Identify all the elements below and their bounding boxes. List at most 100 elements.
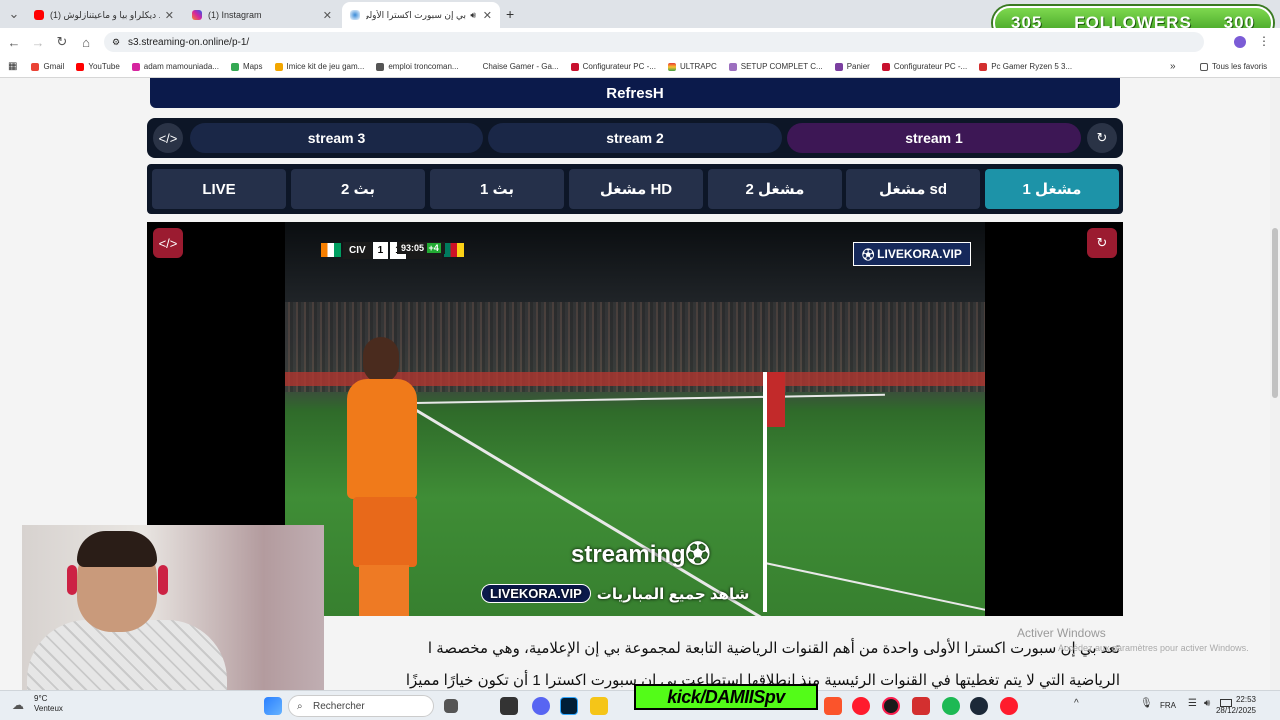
photoshop-icon[interactable] [560, 697, 578, 715]
server-sd-button[interactable]: مشغل sd [846, 169, 980, 209]
reload-player-icon[interactable]: ↻ [1087, 228, 1117, 258]
reload-icon[interactable]: ↻ [50, 30, 74, 54]
tab-search-icon[interactable]: ⌄ [2, 2, 26, 26]
windows-start-icon[interactable] [264, 697, 282, 715]
forward-arrow-icon[interactable]: → [26, 30, 50, 54]
server-hd-button[interactable]: مشغل HD [569, 169, 703, 209]
stream-2-button[interactable]: stream 2 [488, 123, 782, 153]
address-bar[interactable]: ⚙ s3.streaming-on.online/p-1/ [104, 32, 1204, 52]
ball-icon: ⚽︎ [862, 247, 875, 262]
reload-stream-icon[interactable]: ↻ [1087, 123, 1117, 153]
opera-icon[interactable] [852, 697, 870, 715]
stream-1-button[interactable]: stream 1 [787, 123, 1081, 153]
system-clock[interactable]: 22:53 28/12/2025 [1216, 694, 1256, 716]
bookmark-item[interactable]: Imice kit de jeu gam... [274, 62, 364, 71]
bookmark-item[interactable]: Panier [834, 62, 870, 71]
stream-3-button[interactable]: stream 3 [190, 123, 483, 153]
server-live-button[interactable]: LIVE [152, 169, 286, 209]
wifi-icon[interactable]: ☰ [1188, 698, 1197, 709]
embed-code-icon[interactable]: </> [153, 123, 183, 153]
microphone-icon[interactable]: 🎙︎ [1140, 698, 1153, 709]
headset-icon [67, 565, 77, 595]
stream-label: stream 1 [905, 130, 963, 146]
bookmark-item[interactable]: Configurateur PC -... [570, 62, 656, 71]
site-icon [881, 62, 890, 71]
maps-pin-icon [230, 62, 239, 71]
back-arrow-icon[interactable]: ← [2, 30, 26, 54]
video-frame[interactable]: CIV 1 1 CMR 93:05 +4 ⚽︎LIVEKORA.VIP stre… [285, 222, 985, 616]
home-icon[interactable]: ⌂ [74, 30, 98, 54]
added-time: +4 [426, 243, 441, 253]
server-2-button[interactable]: مشغل 2 [708, 169, 842, 209]
bookmark-item[interactable]: adam mamouniada... [131, 62, 219, 71]
bookmark-item[interactable]: emploi troncoman... [376, 62, 459, 71]
server-label: مشغل HD [599, 181, 673, 198]
site-icon [131, 62, 140, 71]
task-view-icon[interactable] [444, 699, 458, 713]
discord-icon[interactable] [532, 697, 550, 715]
bookmark-item[interactable]: Pc Gamer Ryzen 5 3... [979, 62, 1072, 71]
embed-code-icon[interactable]: </> [153, 228, 183, 258]
bookmarks-overflow-icon[interactable]: » [1170, 61, 1176, 72]
spotify-icon[interactable] [942, 697, 960, 715]
cmr-flag-icon [443, 243, 464, 257]
webcam-overlay [22, 525, 324, 695]
tray-overflow-icon[interactable]: ^ [1074, 698, 1079, 709]
apps-grid-icon[interactable]: ▦ [8, 61, 17, 72]
server-label: مشغل 1 [1022, 181, 1082, 198]
new-tab-button[interactable]: + [506, 6, 514, 22]
all-bookmarks-folder[interactable]: Tous les favoris [1200, 62, 1267, 71]
stream-selector: </> stream 3 stream 2 stream 1 ↻ [147, 118, 1123, 158]
stream-label: stream 2 [606, 130, 664, 146]
server-1-button[interactable]: مشغل 1 [985, 169, 1119, 209]
bookmark-item[interactable]: Maps [230, 62, 263, 71]
clock-date: 28/12/2025 [1215, 706, 1256, 715]
youtube-icon [34, 10, 44, 20]
opera-icon[interactable] [1000, 697, 1018, 715]
wps-icon[interactable] [912, 697, 930, 715]
close-icon[interactable]: ✕ [483, 9, 492, 22]
page-scrollbar[interactable] [1270, 78, 1280, 690]
brave-icon[interactable] [824, 697, 842, 715]
steam-icon[interactable] [970, 697, 988, 715]
footballer-shorts [353, 497, 417, 567]
bookmark-item[interactable]: Chaise Gamer - Ga... [470, 62, 559, 71]
close-icon[interactable]: ✕ [323, 9, 332, 22]
match-clock: 93:05 +4 [397, 242, 445, 254]
file-explorer-icon[interactable] [590, 697, 608, 715]
bookmark-item[interactable]: Gmail [31, 62, 64, 71]
refresh-button[interactable]: RefresH [150, 78, 1120, 108]
close-icon[interactable]: ✕ [165, 9, 174, 22]
tab-streaming[interactable]: بي إن سبورت اكسترا الأولى 🔊︎ ✕ [342, 2, 500, 28]
bookmark-item[interactable]: Configurateur PC -... [881, 62, 967, 71]
opera-gx-icon[interactable] [882, 697, 900, 715]
scrollbar-thumb[interactable] [1272, 228, 1278, 398]
weather-widget[interactable]: 9°C Venteux [34, 694, 63, 714]
pitch-line [764, 562, 985, 612]
profile-avatar[interactable] [1234, 36, 1246, 48]
language-indicator[interactable]: FRA [1160, 701, 1176, 710]
server-bth2-button[interactable]: بث 2 [291, 169, 425, 209]
bookmark-item[interactable]: YouTube [76, 62, 120, 71]
volume-icon[interactable]: 🔊︎ [1204, 698, 1210, 709]
tab-youtube[interactable]: (1) ديكلراو بيا و ماعيتنازلوش ... - ✕ [26, 2, 182, 28]
temperature: 9°C [34, 694, 48, 703]
site-info-icon[interactable]: ⚙ [112, 37, 120, 48]
footballer-legs [359, 565, 409, 616]
tab-instagram[interactable]: (1) Instagram ✕ [184, 2, 340, 28]
menu-icon[interactable]: ⋮ [1258, 34, 1270, 48]
headset-icon [158, 565, 168, 595]
bookmark-item[interactable]: ULTRAPC [667, 62, 717, 71]
site-icon [728, 62, 737, 71]
widgets-icon[interactable] [500, 697, 518, 715]
refresh-label: RefresH [606, 84, 664, 102]
bookmarks-bar: ▦ Gmail YouTube adam mamouniada... Maps … [0, 56, 1280, 78]
kick-channel-overlay: kick/DAMIISpv [634, 684, 818, 710]
pitch-line [414, 393, 885, 404]
server-bth1-button[interactable]: بث 1 [430, 169, 564, 209]
tab-title: بي إن سبورت اكسترا الأولى [366, 9, 466, 20]
server-label: LIVE [202, 180, 236, 198]
bookmark-item[interactable]: SETUP COMPLET C... [728, 62, 823, 71]
taskbar-search[interactable]: ⌕ Rechercher [288, 695, 434, 717]
speaker-icon[interactable]: 🔊︎ [470, 10, 476, 21]
